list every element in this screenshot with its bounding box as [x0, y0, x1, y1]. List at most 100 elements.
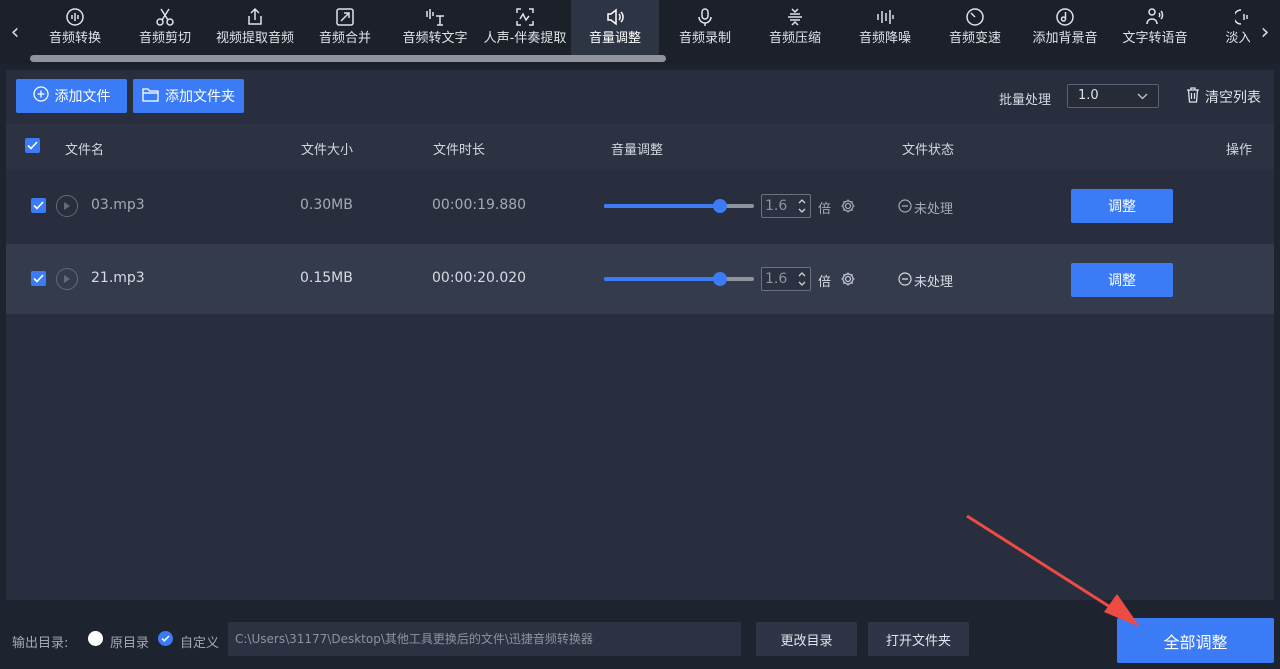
tool-audio-record[interactable]: 音频录制	[660, 0, 750, 58]
tool-audio-merge[interactable]: 音频合并	[300, 0, 390, 58]
file-status: 未处理	[898, 271, 953, 290]
row-checkbox[interactable]	[31, 198, 46, 213]
tool-label: 音频剪切	[138, 31, 191, 46]
radio-original-dir[interactable]	[88, 631, 103, 646]
play-icon[interactable]	[56, 268, 78, 290]
volume-icon	[605, 6, 625, 28]
output-footer: 输出目录: 原目录 自定义 C:\Users\31177\Desktop\其他工…	[0, 608, 1280, 669]
scroll-left-arrow-icon[interactable]: ‹	[0, 0, 30, 64]
minus-circle-icon	[898, 271, 912, 290]
merge-icon	[335, 6, 355, 28]
tool-speed-change[interactable]: 音频变速	[930, 0, 1020, 58]
toolbar-scrollbar[interactable]	[30, 55, 666, 62]
tool-audio-compress[interactable]: 音频压缩	[750, 0, 840, 58]
column-header-duration[interactable]: 文件时长	[433, 139, 485, 158]
play-icon[interactable]	[56, 195, 78, 217]
plus-circle-icon	[32, 86, 49, 106]
stepper-arrows-icon[interactable]	[797, 269, 807, 292]
speech-to-text-icon	[424, 6, 446, 28]
tool-label: 文字转语音	[1122, 31, 1188, 46]
volume-stepper[interactable]: 1.6	[761, 194, 811, 218]
open-folder-button[interactable]: 打开文件夹	[868, 622, 969, 656]
batch-volume-select[interactable]: 1.0	[1067, 84, 1159, 108]
tool-audio-cut[interactable]: 音频剪切	[120, 0, 210, 58]
gear-icon[interactable]	[840, 271, 856, 291]
tool-audio-to-text[interactable]: 音频转文字	[390, 0, 480, 58]
tool-label: 音频转换	[48, 31, 101, 46]
tool-text-to-speech[interactable]: 文字转语音	[1110, 0, 1200, 58]
fade-icon	[1235, 6, 1250, 28]
status-text: 未处理	[914, 275, 954, 290]
radio-original-label[interactable]: 原目录	[110, 632, 149, 651]
checkmark-icon	[33, 274, 44, 283]
tool-label: 音频录制	[678, 31, 731, 46]
tool-label: 音频压缩	[768, 31, 821, 46]
checkmark-icon	[161, 635, 170, 642]
radio-custom-dir[interactable]	[158, 631, 173, 646]
column-header-filename[interactable]: 文件名	[65, 139, 104, 158]
add-file-button[interactable]: 添加文件	[16, 79, 127, 113]
adjust-button[interactable]: 调整	[1071, 189, 1173, 223]
volume-slider[interactable]	[604, 199, 754, 213]
batch-select-value: 1.0	[1078, 88, 1099, 103]
text-to-speech-icon	[1145, 6, 1165, 28]
scissors-icon	[155, 6, 175, 28]
output-path-field[interactable]: C:\Users\31177\Desktop\其他工具更换后的文件\迅捷音频转换…	[228, 622, 741, 656]
volume-slider-fill	[604, 204, 720, 208]
tool-audio-convert[interactable]: 音频转换	[30, 0, 120, 58]
file-duration: 00:00:19.880	[432, 197, 527, 213]
clear-list-label: 清空列表	[1205, 90, 1261, 106]
tool-label: 音量调整	[588, 31, 641, 46]
select-all-checkbox[interactable]	[25, 138, 40, 153]
file-name: 03.mp3	[91, 197, 145, 213]
batch-process-label: 批量处理	[999, 93, 1052, 108]
volume-slider-handle[interactable]	[712, 272, 727, 286]
chevron-down-icon	[1137, 85, 1148, 115]
scroll-right-arrow-icon[interactable]: ›	[1250, 0, 1280, 64]
tool-vocal-extract[interactable]: 人声-伴奏提取	[480, 0, 570, 58]
volume-slider-handle[interactable]	[712, 199, 727, 213]
add-folder-button[interactable]: 添加文件夹	[133, 79, 244, 113]
volume-unit: 倍	[818, 275, 832, 290]
volume-value: 1.6	[765, 198, 788, 214]
tool-fade[interactable]: 淡入淡	[1200, 0, 1250, 58]
speed-icon	[965, 6, 985, 28]
gear-icon[interactable]	[840, 198, 856, 218]
compress-icon	[785, 6, 805, 28]
top-toolbar: ‹ 音频转换 音频剪切 视频提取音频 音频合并 音频转文字 人声-伴奏提取 音量…	[0, 0, 1280, 64]
volume-slider[interactable]	[604, 272, 754, 286]
column-header-volume: 音量调整	[611, 143, 664, 158]
adjust-all-button[interactable]: 全部调整	[1117, 618, 1274, 663]
status-text: 未处理	[914, 202, 954, 217]
tool-label: 音频转文字	[402, 31, 468, 46]
volume-stepper[interactable]: 1.6	[761, 267, 811, 291]
file-list-panel: 添加文件 添加文件夹 批量处理 1.0 清空列表 文件名 文件大小 文件时长 音…	[6, 70, 1274, 600]
tool-label: 视频提取音频	[215, 31, 294, 46]
tool-add-background-music[interactable]: 添加背景音	[1020, 0, 1110, 58]
tool-label: 人声-伴奏提取	[483, 31, 567, 46]
radio-custom-label[interactable]: 自定义	[180, 632, 219, 651]
column-header-size[interactable]: 文件大小	[301, 139, 353, 158]
stepper-arrows-icon[interactable]	[797, 196, 807, 219]
file-name: 21.mp3	[91, 270, 145, 286]
column-header-status: 文件状态	[902, 143, 955, 158]
change-directory-button[interactable]: 更改目录	[756, 622, 857, 656]
tool-label: 添加背景音	[1032, 31, 1098, 46]
volume-value: 1.6	[765, 271, 788, 287]
checkmark-icon	[27, 141, 38, 150]
microphone-icon	[695, 6, 715, 28]
tool-video-extract-audio[interactable]: 视频提取音频	[210, 0, 300, 58]
extract-upload-icon	[245, 6, 265, 28]
tool-label: 淡入淡	[1225, 31, 1250, 46]
output-directory-label: 输出目录:	[12, 636, 69, 651]
row-checkbox[interactable]	[31, 271, 46, 286]
tool-volume-adjust[interactable]: 音量调整	[571, 0, 659, 58]
file-duration: 00:00:20.020	[432, 270, 527, 286]
tool-label: 音频变速	[948, 31, 1001, 46]
audio-convert-icon	[65, 6, 85, 28]
minus-circle-icon	[898, 198, 912, 217]
clear-list-button[interactable]: 清空列表	[1186, 87, 1261, 107]
add-file-label: 添加文件	[54, 89, 111, 105]
tool-noise-reduce[interactable]: 音频降噪	[840, 0, 930, 58]
adjust-button[interactable]: 调整	[1071, 263, 1173, 297]
